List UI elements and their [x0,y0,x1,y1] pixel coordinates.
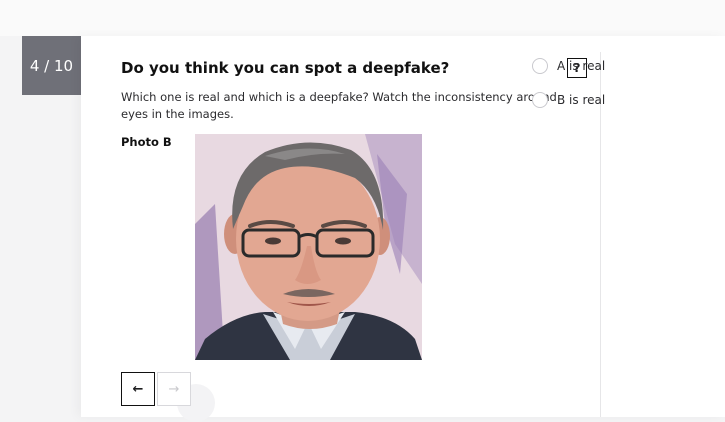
face-photo-illustration [195,134,422,360]
question-card: Do you think you can spot a deepfake? ? … [81,36,725,422]
option-label: B is real [557,93,606,107]
top-strip [0,0,725,36]
photo-label: Photo B [121,135,172,149]
face-photo [195,134,422,360]
option-a-is-real[interactable]: A is real [532,58,605,74]
option-label: A is real [557,59,606,73]
next-button[interactable]: → [157,372,191,406]
radio-icon[interactable] [532,92,548,108]
question-description: Which one is real and which is a deepfak… [121,90,557,121]
previous-button[interactable]: ← [121,372,155,406]
arrow-right-icon: → [168,381,180,397]
radio-icon[interactable] [532,58,548,74]
question-title: Do you think you can spot a deepfake? [121,59,450,77]
question-counter: 4 / 10 [22,36,81,95]
arrow-left-icon: ← [132,381,144,397]
option-b-is-real[interactable]: B is real [532,92,605,108]
